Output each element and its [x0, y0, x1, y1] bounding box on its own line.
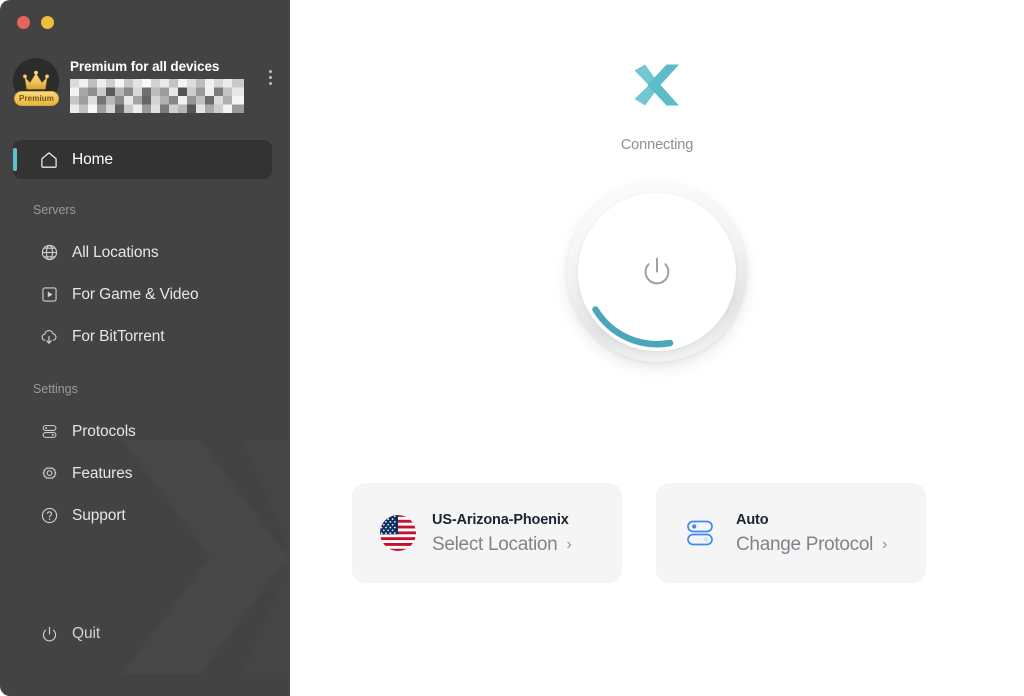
window-close-button[interactable] — [17, 16, 30, 29]
x-vpn-logo-icon — [634, 64, 679, 106]
sidebar-item-label: For BitTorrent — [72, 327, 165, 345]
chevron-right-icon: › — [566, 535, 572, 553]
account-email-redacted — [70, 79, 244, 113]
premium-badge: Premium — [14, 91, 59, 106]
account-info: Premium for all devices — [70, 56, 260, 118]
quit-button[interactable]: Quit — [0, 615, 290, 653]
change-protocol-card[interactable]: Auto Change Protocol › — [656, 483, 926, 583]
sidebar-item-label: Support — [72, 506, 126, 524]
account-title: Premium for all devices — [70, 59, 220, 74]
account-header: Premium Premium for all devices — [0, 56, 290, 116]
account-menu-button[interactable] — [260, 62, 280, 92]
connection-status-text: Connecting — [620, 137, 694, 153]
sidebar-item-for-game-video[interactable]: For Game & Video — [13, 275, 272, 314]
sidebar-section-settings: Settings — [33, 382, 78, 396]
question-circle-icon — [36, 506, 62, 525]
crown-icon — [23, 70, 49, 90]
sidebar-section-servers: Servers — [33, 203, 76, 217]
play-square-icon — [36, 285, 62, 304]
change-protocol-label: Change Protocol — [736, 533, 874, 555]
location-card-text: US-Arizona-Phoenix Select Location › — [432, 511, 572, 556]
protocol-card-text: Auto Change Protocol › — [736, 511, 887, 556]
current-protocol-label: Auto — [736, 511, 769, 528]
power-icon — [644, 257, 670, 285]
select-location-card[interactable]: US-Arizona-Phoenix Select Location › — [352, 483, 622, 583]
bottom-cards: US-Arizona-Phoenix Select Location › Aut… — [352, 483, 926, 583]
avatar[interactable]: Premium — [13, 58, 63, 108]
sidebar-item-label: Protocols — [72, 422, 136, 440]
power-button[interactable] — [567, 182, 747, 362]
sidebar-item-protocols[interactable]: Protocols — [13, 412, 272, 451]
sidebar-item-label: Features — [72, 464, 133, 482]
main-content: Connecting US-Arizona-Phoenix Select Loc… — [290, 0, 1024, 696]
change-protocol-action[interactable]: Change Protocol › — [736, 533, 888, 556]
select-location-action[interactable]: Select Location › — [432, 533, 572, 556]
home-icon — [36, 150, 62, 170]
sidebar-nav: Home Servers All Locations For Game & Vi… — [0, 140, 290, 535]
sidebar-item-all-locations[interactable]: All Locations — [13, 233, 272, 272]
window-minimize-button[interactable] — [41, 16, 54, 29]
chevron-right-icon: › — [882, 535, 888, 553]
kebab-dot — [268, 69, 272, 73]
sidebar-item-label: For Game & Video — [72, 285, 199, 303]
select-location-label: Select Location — [432, 533, 558, 555]
sliders-icon — [36, 422, 62, 441]
us-flag-icon — [378, 513, 418, 553]
sidebar-item-home[interactable]: Home — [13, 140, 272, 179]
sidebar-item-label: Home — [72, 150, 113, 168]
protocol-sliders-icon — [682, 513, 722, 553]
cloud-download-icon — [36, 327, 62, 347]
quit-label: Quit — [72, 625, 101, 642]
globe-icon — [36, 243, 62, 262]
gear-icon — [36, 464, 62, 483]
power-icon — [36, 625, 62, 644]
sidebar-item-for-bittorrent[interactable]: For BitTorrent — [13, 317, 272, 356]
sidebar-item-support[interactable]: Support — [13, 496, 272, 535]
sidebar-item-label: All Locations — [72, 243, 159, 261]
app-window: Premium Premium for all devices Home Ser… — [0, 0, 1024, 696]
kebab-dot — [268, 75, 272, 79]
power-button-face — [578, 193, 736, 351]
window-traffic-lights — [17, 16, 54, 29]
active-indicator — [13, 148, 17, 171]
current-location-label: US-Arizona-Phoenix — [432, 511, 569, 528]
sidebar-item-features[interactable]: Features — [13, 454, 272, 493]
sidebar: Premium Premium for all devices Home Ser… — [0, 0, 290, 696]
kebab-dot — [268, 81, 272, 85]
